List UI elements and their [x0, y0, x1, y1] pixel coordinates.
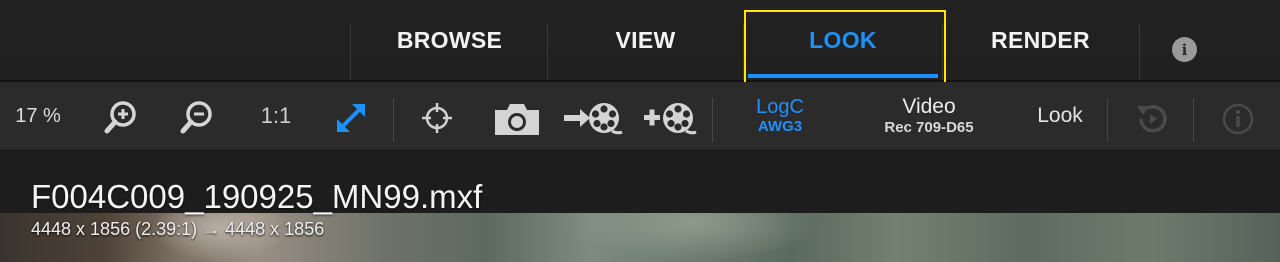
film-reel-arrow-icon: [564, 103, 623, 135]
zoom-out-icon: [180, 101, 212, 134]
output-color-space-selector[interactable]: Video Rec 709-D65: [862, 82, 996, 150]
reset-look-button[interactable]: [1132, 100, 1172, 138]
zoom-in-icon: [104, 101, 136, 134]
fit-to-window-button[interactable]: [330, 98, 372, 138]
active-tab-indicator: [748, 74, 938, 78]
snapshot-button[interactable]: [490, 100, 544, 138]
output-gamut-label: Rec 709-D65: [884, 119, 974, 136]
input-gamma-label: LogC: [756, 96, 804, 118]
look-button[interactable]: Look: [1026, 82, 1094, 150]
zoom-percent-readout[interactable]: 17 %: [10, 82, 66, 150]
zoom-out-button[interactable]: [176, 99, 220, 137]
zoom-1-to-1-button[interactable]: 1:1: [248, 82, 304, 150]
clip-filename: F004C009_190925_MN99.mxf: [31, 178, 483, 215]
toolbar-separator: [1193, 98, 1194, 142]
info-circle-icon: [1222, 103, 1254, 135]
tab-look[interactable]: LOOK: [744, 0, 942, 80]
film-reel-plus-icon: [644, 103, 697, 135]
clip-resolution: 4448 x 1856 (2.39:1) → 4448 x 1856: [31, 219, 325, 239]
zoom-in-button[interactable]: [100, 99, 144, 137]
camera-icon: [495, 104, 539, 135]
input-color-space-selector[interactable]: LogC AWG3: [738, 82, 822, 150]
input-gamut-label: AWG3: [757, 118, 803, 135]
toolbar-separator: [712, 98, 713, 142]
tab-render[interactable]: RENDER: [943, 0, 1138, 80]
import-reel-button[interactable]: [562, 98, 624, 138]
toolbar-separator: [393, 98, 394, 142]
main-tab-bar: BROWSE VIEW LOOK RENDER i: [0, 0, 1280, 82]
toolbar-separator: [1107, 98, 1108, 142]
clip-info-button[interactable]: [1220, 101, 1256, 137]
tab-separator: [1139, 24, 1140, 80]
crosshair-icon: [422, 103, 452, 133]
tab-browse[interactable]: BROWSE: [352, 0, 547, 80]
tab-separator: [350, 24, 351, 80]
image-highlight: [560, 213, 820, 262]
history-reset-icon: [1137, 105, 1167, 133]
add-reel-button[interactable]: [642, 98, 698, 138]
info-button[interactable]: i: [1172, 37, 1197, 62]
tab-view[interactable]: VIEW: [548, 0, 743, 80]
output-gamma-label: Video: [902, 95, 956, 118]
viewer-toolbar: 17 % 1:1 LogC AWG3 Video Rec 709-D65 Loo…: [0, 82, 1280, 151]
crosshair-button[interactable]: [418, 100, 456, 136]
info-icon: i: [1181, 40, 1188, 59]
expand-arrows-icon: [337, 104, 365, 132]
